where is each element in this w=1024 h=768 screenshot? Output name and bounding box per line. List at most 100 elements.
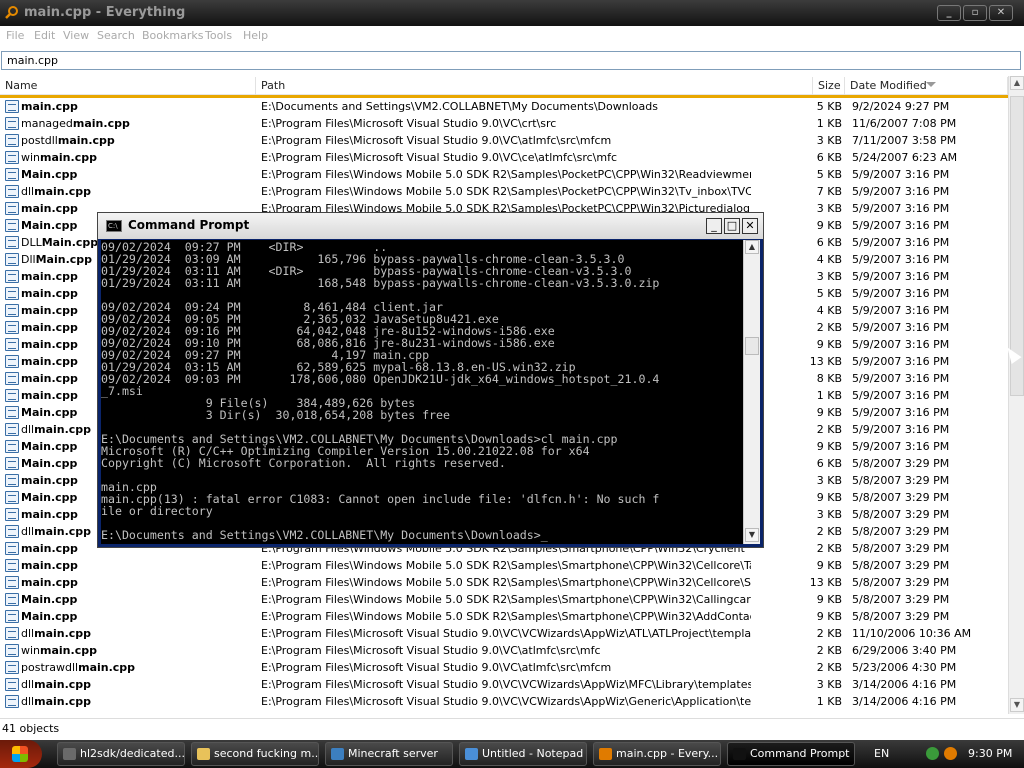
cpp-file-icon: [5, 525, 19, 538]
file-date: 5/8/2007 3:29 PM: [852, 559, 950, 572]
cmd-scroll-thumb[interactable]: [745, 337, 759, 355]
cmd-close-button[interactable]: ✕: [742, 218, 758, 234]
close-button[interactable]: ✕: [989, 5, 1013, 21]
console-line: 01/29/2024 03:11 AM 168,548 bypass-paywa…: [101, 276, 660, 290]
everything-tray-icon[interactable]: [944, 747, 957, 760]
menu-view[interactable]: View: [63, 29, 89, 42]
task-label: second fucking m...: [214, 747, 319, 760]
column-header-size[interactable]: Size: [813, 77, 845, 95]
maximize-button[interactable]: ▫: [963, 5, 987, 21]
file-size: 3 KB: [816, 202, 842, 215]
file-name: main.cpp: [21, 287, 78, 300]
file-size: 9 KB: [816, 440, 842, 453]
taskbar-button[interactable]: Command Prompt: [727, 742, 855, 766]
taskbar-button[interactable]: Untitled - Notepad: [459, 742, 587, 766]
file-name: dllmain.cpp: [21, 678, 92, 691]
table-row[interactable]: Main.cpp E:\Program Files\Windows Mobile …: [0, 591, 1008, 608]
cmd-title-bar[interactable]: C:\ Command Prompt _ □ ✕: [98, 213, 763, 239]
table-row[interactable]: winmain.cpp E:\Program Files\Microsoft Vi…: [0, 642, 1008, 659]
table-row[interactable]: main.cpp E:\Program Files\Windows Mobile …: [0, 557, 1008, 574]
command-prompt-window[interactable]: C:\ Command Prompt _ □ ✕ 09/02/2024 09:2…: [97, 212, 764, 548]
file-path: E:\Program Files\Windows Mobile 5.0 SDK …: [261, 185, 751, 198]
file-date: 9/2/2024 9:27 PM: [852, 100, 950, 113]
menu-edit[interactable]: Edit: [34, 29, 55, 42]
file-date: 5/8/2007 3:29 PM: [852, 457, 950, 470]
file-name: winmain.cpp: [21, 151, 97, 164]
file-size: 2 KB: [816, 423, 842, 436]
search-input[interactable]: main.cpp: [1, 51, 1021, 70]
table-row[interactable]: Main.cpp E:\Program Files\Windows Mobile …: [0, 166, 1008, 183]
table-row[interactable]: dllmain.cpp E:\Program Files\Windows Mobi…: [0, 183, 1008, 200]
cpp-file-icon: [5, 287, 19, 300]
table-row[interactable]: Main.cpp E:\Program Files\Windows Mobile …: [0, 608, 1008, 625]
taskbar-button[interactable]: second fucking m...: [191, 742, 319, 766]
file-date: 11/6/2007 7:08 PM: [852, 117, 957, 130]
table-row[interactable]: main.cpp E:\Documents and Settings\VM2.CO…: [0, 98, 1008, 115]
menu-help[interactable]: Help: [243, 29, 268, 42]
column-header-path[interactable]: Path: [256, 77, 813, 95]
cmd-scrollbar[interactable]: ▲ ▼: [743, 240, 760, 544]
taskbar-button[interactable]: main.cpp - Every...: [593, 742, 721, 766]
console-output[interactable]: 09/02/2024 09:27 PM <DIR> .. 01/29/2024 0…: [101, 240, 743, 544]
file-size: 1 KB: [816, 695, 842, 708]
cmd-minimize-button[interactable]: _: [706, 218, 722, 234]
file-name: postrawdllmain.cpp: [21, 661, 136, 674]
table-row[interactable]: postdllmain.cpp E:\Program Files\Microsof…: [0, 132, 1008, 149]
file-name: main.cpp: [21, 508, 78, 521]
file-size: 4 KB: [816, 304, 842, 317]
column-header-name[interactable]: Name: [0, 77, 256, 95]
file-name: main.cpp: [21, 270, 78, 283]
minimize-button[interactable]: _: [937, 5, 961, 21]
file-size: 6 KB: [816, 457, 842, 470]
results-header: Name Path Size Date Modified: [0, 77, 1008, 95]
menu-file[interactable]: File: [6, 29, 24, 42]
table-row[interactable]: managedmain.cpp E:\Program Files\Microsof…: [0, 115, 1008, 132]
menu-search[interactable]: Search: [97, 29, 135, 42]
task-label: Untitled - Notepad: [482, 747, 584, 760]
cmd-title: Command Prompt: [128, 218, 250, 232]
taskbar-button[interactable]: hl2sdk/dedicated...: [57, 742, 185, 766]
file-name: main.cpp: [21, 355, 78, 368]
cmd-scroll-up-icon[interactable]: ▲: [745, 240, 759, 254]
task-app-icon: [465, 748, 478, 760]
status-count: 41 objects: [2, 722, 60, 735]
file-date: 5/9/2007 3:16 PM: [852, 338, 950, 351]
cpp-file-icon: [5, 576, 19, 589]
results-scrollbar[interactable]: ▲ ▼: [1008, 76, 1024, 714]
table-row[interactable]: dllmain.cpp E:\Program Files\Microsoft Vi…: [0, 693, 1008, 710]
file-size: 2 KB: [816, 644, 842, 657]
language-indicator[interactable]: EN: [874, 747, 889, 760]
file-name: Main.cpp: [21, 491, 78, 504]
menu-bookmarks[interactable]: Bookmarks: [142, 29, 203, 42]
file-date: 5/9/2007 3:16 PM: [852, 287, 950, 300]
cpp-file-icon: [5, 661, 19, 674]
table-row[interactable]: postrawdllmain.cpp E:\Program Files\Micro…: [0, 659, 1008, 676]
file-size: 9 KB: [816, 559, 842, 572]
clock[interactable]: 9:30 PM: [968, 747, 1012, 760]
cpp-file-icon: [5, 151, 19, 164]
file-path: E:\Program Files\Windows Mobile 5.0 SDK …: [261, 593, 751, 606]
network-icon[interactable]: [926, 747, 939, 760]
scroll-down-icon[interactable]: ▼: [1010, 698, 1024, 712]
file-name: Main.cpp: [21, 219, 78, 232]
cpp-file-icon: [5, 355, 19, 368]
magnifier-icon: [5, 6, 18, 19]
table-row[interactable]: main.cpp E:\Program Files\Windows Mobile …: [0, 574, 1008, 591]
cmd-scroll-down-icon[interactable]: ▼: [745, 528, 759, 542]
scroll-up-icon[interactable]: ▲: [1010, 76, 1024, 90]
start-button[interactable]: [0, 740, 42, 768]
taskbar-button[interactable]: Minecraft server: [325, 742, 453, 766]
table-row[interactable]: dllmain.cpp E:\Program Files\Microsoft Vi…: [0, 676, 1008, 693]
table-row[interactable]: dllmain.cpp E:\Program Files\Microsoft Vi…: [0, 625, 1008, 642]
cpp-file-icon: [5, 457, 19, 470]
table-row[interactable]: winmain.cpp E:\Program Files\Microsoft Vi…: [0, 149, 1008, 166]
menu-tools[interactable]: Tools: [205, 29, 232, 42]
file-size: 13 KB: [809, 355, 842, 368]
file-name: main.cpp: [21, 372, 78, 385]
file-name: main.cpp: [21, 559, 78, 572]
file-size: 5 KB: [816, 100, 842, 113]
file-name: DLLMain.cpp: [21, 236, 99, 249]
title-bar[interactable]: main.cpp - Everything _ ▫ ✕: [0, 0, 1024, 26]
cmd-maximize-button[interactable]: □: [724, 218, 740, 234]
